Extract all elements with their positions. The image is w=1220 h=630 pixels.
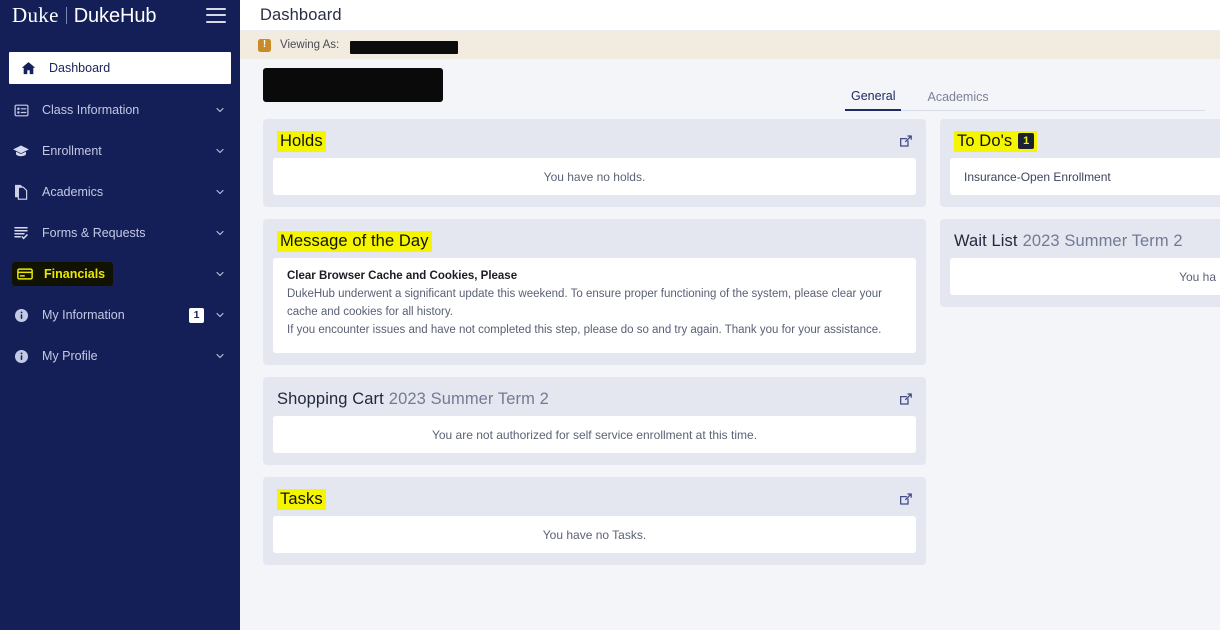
brand-dukehub-text: DukeHub [73,4,157,27]
top-bar: Dashboard [240,0,1220,31]
grid-list-icon [12,101,30,119]
sidebar-item-label: Enrollment [42,144,102,158]
card-wait-list: Wait List 2023 Summer Term 2 You ha [940,219,1220,307]
brand-duke-text: Duke [12,2,59,27]
external-link-icon[interactable] [898,391,914,407]
sidebar-item-label: Class Information [42,103,140,117]
card-header: Shopping Cart 2023 Summer Term 2 [273,386,916,412]
sidebar-item-class-information[interactable]: Class Information [0,95,240,125]
card-title-holds: Holds [277,130,326,152]
chevron-down-icon[interactable] [214,104,226,116]
card-title-tasks: Tasks [277,488,326,510]
wait-list-title-text: Wait List [954,231,1018,250]
sidebar-item-academics[interactable]: Academics [0,177,240,207]
dukehub-app: Duke DukeHub Dashboard Class Information… [0,0,1220,630]
sidebar-item-label: My Profile [42,349,98,363]
chevron-down-icon[interactable] [214,268,226,280]
card-header: Tasks [273,486,916,512]
chevron-down-icon[interactable] [214,350,226,362]
tab-academics[interactable]: Academics [921,90,994,110]
card-title-shopping-cart: Shopping Cart 2023 Summer Term 2 [277,390,549,409]
holds-empty-panel: You have no holds. [273,158,916,195]
wait-list-term: 2023 Summer Term 2 [1022,231,1183,250]
hamburger-icon[interactable] [206,7,226,23]
info-circle-icon [12,347,30,365]
sidebar-item-my-information[interactable]: My Information 1 [0,300,240,330]
shopping-cart-term: 2023 Summer Term 2 [388,389,549,408]
sidebar-item-label: Financials [44,267,106,281]
checklist-icon [12,224,30,242]
sidebar-item-my-profile[interactable]: My Profile [0,341,240,371]
wait-list-panel: You ha [950,258,1220,295]
motd-paragraph-2: If you encounter issues and have not com… [287,323,882,336]
card-holds: Holds You have no holds. [263,119,926,207]
card-header: Holds [273,128,916,154]
sidebar-item-label: Academics [42,185,104,199]
documents-icon [12,183,30,201]
dashboard-columns: Holds You have no holds. Message of the … [240,111,1220,577]
student-name-redacted [263,68,443,102]
tasks-empty-panel: You have no Tasks. [273,516,916,554]
sidebar-item-dashboard[interactable]: Dashboard [9,52,231,84]
dashboard-tabs: General Academics [845,89,1205,111]
card-message-of-the-day: Message of the Day Clear Browser Cache a… [263,219,926,366]
tab-general[interactable]: General [845,89,902,111]
viewing-as-banner: ! Viewing As: [240,31,1220,59]
sidebar-nav: Dashboard Class Information Enrollment A… [0,52,240,371]
brand-divider [65,6,67,24]
chevron-down-icon[interactable] [214,145,226,157]
right-column: To Do's 1 Insurance-Open Enrollment Wait … [940,119,1220,319]
external-link-icon[interactable] [898,491,914,507]
motd-heading: Clear Browser Cache and Cookies, Please [287,270,518,282]
sidebar-item-financials[interactable]: Financials [0,259,240,289]
tasks-empty-text: You have no Tasks. [542,527,647,542]
main-content: Dashboard ! Viewing As: General Academic… [240,0,1220,630]
card-to-dos: To Do's 1 Insurance-Open Enrollment [940,119,1220,207]
financials-highlight: Financials [12,262,114,286]
student-name-row: General Academics [240,59,1220,111]
card-title-to-dos: To Do's 1 [954,130,1038,152]
card-header: Message of the Day [273,228,916,254]
credit-card-icon [16,265,34,283]
card-title-message-of-the-day: Message of the Day [277,230,432,252]
shopping-cart-empty-panel: You are not authorized for self service … [273,416,916,454]
page-title: Dashboard [260,5,342,24]
viewing-as-label: Viewing As: [280,39,340,51]
warning-exclamation-icon: ! [258,38,271,52]
duke-logo[interactable]: Duke DukeHub [12,3,156,28]
shopping-cart-title-text: Shopping Cart [277,389,384,408]
to-do-item[interactable]: Insurance-Open Enrollment [964,170,1111,184]
sidebar-item-label: Dashboard [49,61,111,75]
dashboard-content: General Academics Holds You have no hold… [240,59,1220,630]
left-column: Holds You have no holds. Message of the … [263,119,926,577]
to-dos-title-text: To Do's [957,131,1013,150]
chevron-down-icon[interactable] [214,309,226,321]
motd-panel: Clear Browser Cache and Cookies, Please … [273,258,916,354]
to-dos-count-badge: 1 [1018,132,1035,149]
sidebar-item-forms-and-requests[interactable]: Forms & Requests [0,218,240,248]
sidebar-item-label: Forms & Requests [42,226,146,240]
to-dos-panel: Insurance-Open Enrollment [950,158,1220,195]
wait-list-empty-text: You ha [1179,269,1216,284]
shopping-cart-empty-text: You are not authorized for self service … [431,427,758,442]
viewing-as-redacted-value [350,40,459,54]
holds-empty-text: You have no holds. [543,169,646,184]
sidebar-badge-my-information: 1 [189,307,204,323]
card-title-wait-list: Wait List 2023 Summer Term 2 [954,232,1183,251]
external-link-icon[interactable] [898,133,914,149]
card-tasks: Tasks You have no Tasks. [263,477,926,566]
sidebar: Duke DukeHub Dashboard Class Information… [0,0,240,630]
sidebar-brand-row: Duke DukeHub [0,0,240,30]
card-shopping-cart: Shopping Cart 2023 Summer Term 2 You are… [263,377,926,466]
sidebar-item-enrollment[interactable]: Enrollment [0,136,240,166]
graduation-cap-icon [12,142,30,160]
sidebar-item-label: My Information [42,308,125,322]
home-icon [19,59,37,77]
card-header: To Do's 1 [950,128,1220,154]
motd-paragraph-1: DukeHub underwent a significant update t… [287,288,882,318]
chevron-down-icon[interactable] [214,227,226,239]
chevron-down-icon[interactable] [214,186,226,198]
info-circle-icon [12,306,30,324]
card-header: Wait List 2023 Summer Term 2 [950,228,1220,254]
